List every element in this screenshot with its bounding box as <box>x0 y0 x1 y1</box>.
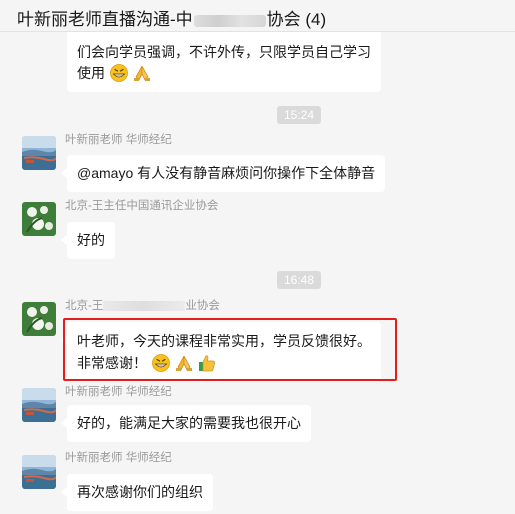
avatar-beijing-wang[interactable] <box>22 202 56 236</box>
redacted-text <box>103 300 186 311</box>
sender-name: 叶新丽老师 华师经纪 <box>65 386 172 398</box>
message-bubble[interactable]: 们会向学员强调，不许外传，只限学员自己学习 使用 <box>67 30 381 92</box>
sender-name: 北京-王 业协会 <box>65 300 220 312</box>
avatar-teacher[interactable] <box>22 388 56 422</box>
message-bubble[interactable]: 再次感谢你们的组织 <box>61 474 213 511</box>
message-text-line2: 非常感谢！ <box>77 352 371 374</box>
chat-message-area[interactable]: 们会向学员强调，不许外传，只限学员自己学习 使用 15:24 叶新丽老师 华师经… <box>0 0 515 514</box>
sender-name: 北京-王主任中国通讯企业协会 <box>65 200 219 212</box>
timestamp: 15:24 <box>277 106 322 124</box>
avatar-beijing-wang[interactable] <box>22 302 56 336</box>
chat-title[interactable]: 叶新丽老师直播沟通-中 协会 (4) <box>17 5 326 30</box>
praying-hands-emoji-icon <box>175 354 193 372</box>
grin-emoji-icon <box>109 64 128 82</box>
thumbs-up-emoji-icon <box>198 354 216 372</box>
message-bubble[interactable]: 好的 <box>61 222 115 259</box>
redacted-text <box>193 14 266 27</box>
sender-name: 叶新丽老师 华师经纪 <box>65 452 172 464</box>
message-text-line2: 使用 <box>77 63 371 84</box>
chat-header: 叶新丽老师直播沟通-中 协会 (4) <box>0 0 515 32</box>
message-text-line1: 们会向学员强调，不许外传，只限学员自己学习 <box>77 44 371 60</box>
praying-hands-emoji-icon <box>133 64 151 82</box>
sender-name: 叶新丽老师 华师经纪 <box>65 134 172 146</box>
message-bubble[interactable]: @amayo 有人没有静音麻烦问你操作下全体静音 <box>60 155 386 192</box>
avatar-teacher[interactable] <box>22 136 56 170</box>
avatar-teacher[interactable] <box>22 455 56 489</box>
grin-emoji-icon <box>151 354 170 372</box>
message-bubble[interactable]: 好的，能满足大家的需要我也很开心 <box>61 405 311 442</box>
message-bubble[interactable]: 叶老师，今天的课程非常实用，学员反馈很好。 非常感谢！ <box>61 322 381 382</box>
timestamp: 16:48 <box>277 271 322 289</box>
message-text-line1: 叶老师，今天的课程非常实用，学员反馈很好。 <box>77 333 371 349</box>
